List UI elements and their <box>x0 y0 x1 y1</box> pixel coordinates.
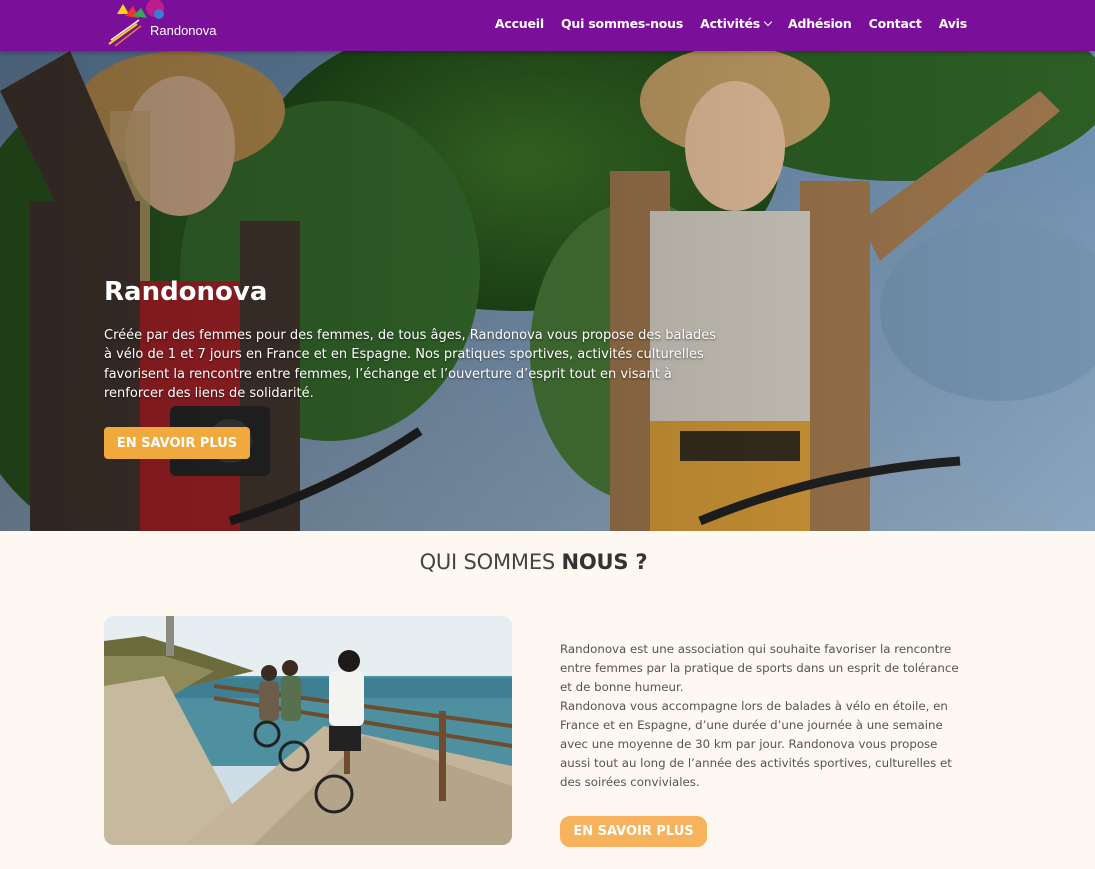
hero-title: Randonova <box>104 277 268 307</box>
site-header: Randonova Accueil Qui sommes-nous Activi… <box>0 0 1095 51</box>
hero-section: Randonova Créée par des femmes pour des … <box>0 51 1095 531</box>
title-light: QUI SOMMES <box>419 550 562 574</box>
about-section-title: QUI SOMMES NOUS ? <box>0 550 1067 574</box>
nav-accueil[interactable]: Accueil <box>495 16 544 31</box>
nav-qui-sommes-nous[interactable]: Qui sommes-nous <box>561 16 683 31</box>
hero-learn-more-button[interactable]: EN SAVOIR PLUS <box>104 427 250 459</box>
nav-adhesion[interactable]: Adhésion <box>788 16 852 31</box>
about-description: Randonova est une association qui souhai… <box>560 640 970 792</box>
cyclists-by-sea-illustration <box>104 616 512 845</box>
hero-description: Créée par des femmes pour des femmes, de… <box>104 328 717 402</box>
nav-label: Adhésion <box>788 16 852 31</box>
title-bold: NOUS ? <box>561 550 648 574</box>
about-photo <box>104 616 512 845</box>
about-learn-more-button[interactable]: EN SAVOIR PLUS <box>560 816 707 847</box>
about-paragraph-2: Randonova vous accompagne lors de balade… <box>560 699 952 789</box>
logo[interactable]: Randonova <box>107 0 227 48</box>
nav-label: Accueil <box>494 16 544 31</box>
nav-label: Avis <box>938 16 968 31</box>
nav-activites[interactable]: Activités <box>700 16 773 31</box>
logo-text: Randonova <box>150 23 217 38</box>
chevron-down-icon <box>763 17 773 26</box>
nav-label: Activités <box>700 16 760 31</box>
about-paragraph-1: Randonova est une association qui souhai… <box>560 642 959 694</box>
main-nav: Accueil Qui sommes-nous Activités Adhési… <box>495 16 967 31</box>
nav-label: Qui sommes-nous <box>560 16 684 31</box>
nav-contact[interactable]: Contact <box>869 16 922 31</box>
nav-label: Contact <box>868 16 922 31</box>
nav-avis[interactable]: Avis <box>938 16 968 31</box>
